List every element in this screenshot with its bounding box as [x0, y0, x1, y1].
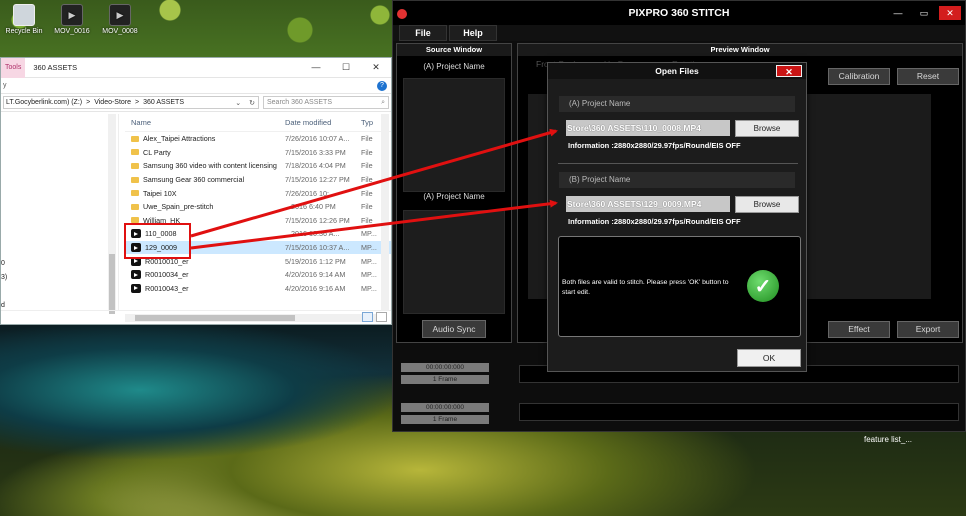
annotation-arrows [190, 128, 558, 250]
arrow-to-project-b [190, 199, 558, 250]
arrow-to-project-a [190, 128, 558, 238]
